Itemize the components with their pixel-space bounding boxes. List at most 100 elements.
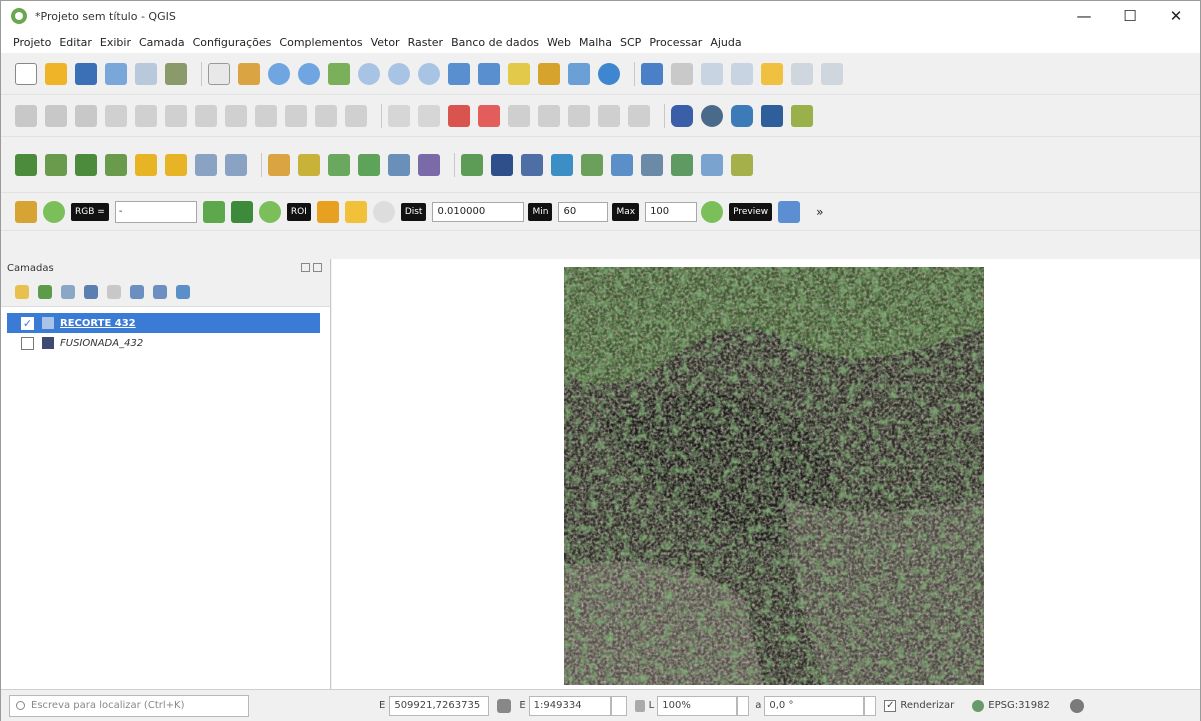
create-layer-dropdown-icon[interactable] <box>671 153 693 176</box>
undo-icon[interactable] <box>315 104 337 127</box>
maximize-button[interactable]: ☐ <box>1107 1 1153 31</box>
vertex-tool-icon[interactable] <box>135 104 157 127</box>
save-layer-edits-icon[interactable] <box>75 104 97 127</box>
menu-malha[interactable]: Malha <box>575 36 616 49</box>
help-contents-icon[interactable] <box>761 104 783 127</box>
local-cumulative-stretch-icon[interactable] <box>202 200 225 223</box>
close-panel-icon[interactable] <box>313 263 322 272</box>
layout-manager-icon[interactable] <box>135 62 157 85</box>
refresh-icon[interactable] <box>598 62 620 85</box>
add-wcs-layer-icon[interactable] <box>105 153 127 176</box>
map-canvas[interactable] <box>332 259 1200 689</box>
min-field[interactable]: 60 <box>558 201 609 222</box>
new-geopackage-icon[interactable] <box>491 153 513 176</box>
redo-roi-icon[interactable] <box>372 200 395 223</box>
messages-icon[interactable] <box>1069 698 1084 713</box>
zoom-out-icon[interactable] <box>298 62 320 85</box>
zoom-full-icon[interactable] <box>328 62 350 85</box>
add-raster-layer-icon[interactable] <box>15 153 37 176</box>
rotate-label-icon[interactable] <box>538 104 560 127</box>
filter-by-expression-icon[interactable] <box>107 284 121 299</box>
rotation-spinner[interactable] <box>864 695 877 716</box>
menu-camada[interactable]: Camada <box>135 36 189 49</box>
collapse-all-icon[interactable] <box>153 284 167 299</box>
rotation-field[interactable]: 0,0 ° <box>764 695 865 716</box>
scale-dropdown-icon[interactable] <box>610 695 627 716</box>
add-arcgis-layer-icon[interactable] <box>388 153 410 176</box>
highlight-pin-icon[interactable] <box>448 104 470 127</box>
zoom-to-layer-icon[interactable] <box>388 62 410 85</box>
python-console-icon[interactable] <box>731 104 753 127</box>
add-wms-dropdown-icon[interactable] <box>701 153 723 176</box>
crs-label[interactable]: EPSG:31982 <box>988 700 1050 711</box>
pan-to-selection-icon[interactable] <box>238 62 260 85</box>
filter-legend-icon[interactable] <box>84 284 98 299</box>
add-spatialite-icon[interactable] <box>195 153 217 176</box>
rgb-combobox[interactable]: - <box>114 200 197 223</box>
classification-preview-icon[interactable] <box>778 200 801 223</box>
remove-layer-icon[interactable] <box>176 284 190 299</box>
move-label-icon[interactable] <box>508 104 530 127</box>
current-edits-icon[interactable] <box>15 104 37 127</box>
plugin-icon[interactable] <box>791 104 813 127</box>
save-project-icon[interactable] <box>75 62 97 85</box>
new-project-icon[interactable] <box>15 62 37 85</box>
attribute-table-icon[interactable] <box>791 62 813 85</box>
deselect-features-icon[interactable] <box>731 62 753 85</box>
style-manager-icon[interactable] <box>165 62 187 85</box>
digitize-icon[interactable] <box>105 104 127 127</box>
new-map-view-icon[interactable] <box>508 62 530 85</box>
menu-processar[interactable]: Processar <box>645 36 706 49</box>
add-vector-tile-icon[interactable] <box>328 153 350 176</box>
menu-projeto[interactable]: Projeto <box>9 36 55 49</box>
identify-features-icon[interactable] <box>641 62 663 85</box>
coordinate-field[interactable]: 509921,7263735 <box>389 695 490 716</box>
float-panel-icon[interactable] <box>301 263 310 272</box>
new-mesh-layer-icon[interactable] <box>611 153 633 176</box>
label-tool-icon[interactable] <box>388 104 410 127</box>
new-virtual-layer-icon[interactable] <box>581 153 603 176</box>
new-spatialite-icon[interactable] <box>521 153 543 176</box>
copy-features-icon[interactable] <box>255 104 277 127</box>
menu-scp[interactable]: SCP <box>616 36 645 49</box>
open-project-icon[interactable] <box>45 62 67 85</box>
magnifier-spinner[interactable] <box>737 695 750 716</box>
modify-attributes-icon[interactable] <box>165 104 187 127</box>
run-feature-action-icon[interactable] <box>671 62 693 85</box>
dist-field[interactable]: 0.010000 <box>432 201 525 222</box>
db-manager-icon[interactable] <box>671 104 693 127</box>
layer-row-fusionada[interactable]: FUSIONADA_432 <box>7 333 320 353</box>
zoom-to-roi-icon[interactable] <box>258 200 281 223</box>
layer-visibility-checkbox[interactable]: ✓ <box>21 316 34 330</box>
add-pointcloud-icon[interactable] <box>418 153 440 176</box>
temporal-controller-icon[interactable] <box>568 62 590 85</box>
zoom-next-icon[interactable] <box>478 62 500 85</box>
magnifier-field[interactable]: 100% <box>657 695 738 716</box>
redo-icon[interactable] <box>345 104 367 127</box>
new-shapefile-icon[interactable] <box>461 153 483 176</box>
scale-field[interactable]: 1:949334 <box>528 695 611 716</box>
label-properties-icon[interactable] <box>628 104 650 127</box>
close-button[interactable]: ✕ <box>1153 1 1199 31</box>
add-layer-dropdown-icon[interactable] <box>641 153 663 176</box>
menu-complementos[interactable]: Complementos <box>275 36 366 49</box>
zoom-native-icon[interactable] <box>418 62 440 85</box>
menu-exibir[interactable]: Exibir <box>96 36 135 49</box>
digitize-dropdown-icon[interactable] <box>731 153 753 176</box>
add-group-icon[interactable] <box>38 284 52 299</box>
menu-web[interactable]: Web <box>543 36 575 49</box>
diagram-properties-icon[interactable] <box>598 104 620 127</box>
show-hide-labels-icon[interactable] <box>478 104 500 127</box>
crs-globe-icon[interactable] <box>972 699 985 712</box>
cut-features-icon[interactable] <box>225 104 247 127</box>
add-vector-layer-icon[interactable] <box>268 153 290 176</box>
menu-raster[interactable]: Raster <box>404 36 447 49</box>
menu-vetor[interactable]: Vetor <box>367 36 404 49</box>
menu-configuracoes[interactable]: Configurações <box>189 36 276 49</box>
minimize-button[interactable]: — <box>1061 1 1107 31</box>
add-wfs-layer-icon[interactable] <box>358 153 380 176</box>
zoom-last-icon[interactable] <box>448 62 470 85</box>
add-geopackage-icon[interactable] <box>298 153 320 176</box>
new-3d-map-view-icon[interactable] <box>538 62 560 85</box>
statistical-summary-icon[interactable] <box>821 62 843 85</box>
